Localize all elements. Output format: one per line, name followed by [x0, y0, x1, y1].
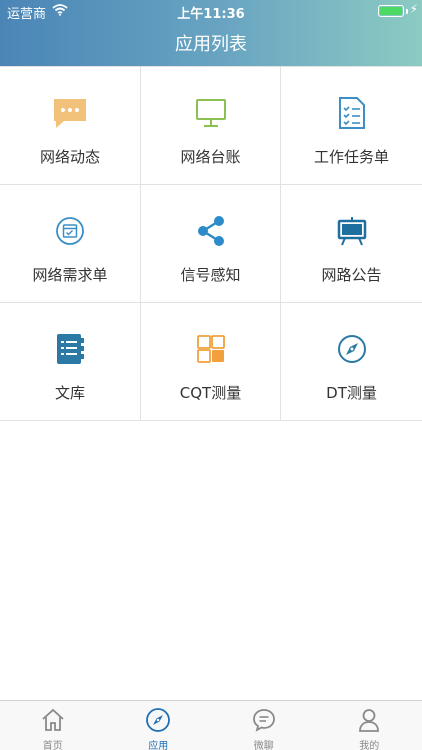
app-label: DT测量 — [326, 384, 377, 402]
app-work-order[interactable]: 工作任务单 — [281, 67, 422, 185]
app-announcement[interactable]: 网路公告 — [281, 185, 422, 303]
app-cqt-measure[interactable]: CQT测量 — [141, 303, 281, 421]
page-title: 应用列表 — [175, 34, 247, 55]
grid-squares-icon — [141, 331, 280, 367]
app-label: 网路公告 — [321, 266, 382, 284]
share-icon — [141, 213, 280, 249]
notebook-icon — [0, 331, 140, 367]
app-network-request[interactable]: 网络需求单 — [0, 185, 141, 303]
compass-icon — [106, 706, 212, 734]
app-network-ledger[interactable]: 网络台账 — [141, 67, 281, 185]
battery-icon — [378, 5, 404, 17]
checklist-icon — [281, 95, 422, 131]
calendar-check-icon — [0, 213, 140, 249]
tab-home[interactable]: 首页 — [0, 701, 106, 750]
chat-bubble-icon — [0, 95, 140, 131]
chat-icon — [211, 706, 317, 734]
home-icon — [0, 706, 106, 734]
app-label: 工作任务单 — [313, 148, 389, 166]
app-grid: 网络动态 网络台账 工作任务单 网络需求单 信号感知 网路公告 文库 CQT测量… — [0, 66, 422, 421]
tab-chat[interactable]: 微聊 — [211, 701, 317, 750]
app-library[interactable]: 文库 — [0, 303, 141, 421]
tab-bar: 首页 应用 微聊 我的 — [0, 700, 422, 750]
app-signal-sensing[interactable]: 信号感知 — [141, 185, 281, 303]
battery-tip — [406, 9, 408, 14]
tab-label: 首页 — [42, 741, 63, 750]
tab-profile[interactable]: 我的 — [317, 701, 422, 750]
app-label: 网络动态 — [39, 148, 100, 166]
status-bar: 运营商 上午11:36 ⚡ — [0, 0, 422, 22]
monitor-icon — [141, 95, 280, 131]
tab-apps[interactable]: 应用 — [106, 701, 212, 750]
app-label: 网络需求单 — [32, 266, 108, 284]
header-bar: 运营商 上午11:36 ⚡ 应用列表 — [0, 0, 422, 66]
charging-icon: ⚡ — [409, 2, 418, 16]
easel-board-icon — [281, 213, 422, 249]
tab-label: 我的 — [359, 741, 380, 750]
app-label: 信号感知 — [180, 266, 241, 284]
tab-label: 应用 — [148, 741, 169, 750]
app-label: 网络台账 — [180, 148, 241, 166]
app-label: CQT测量 — [179, 384, 242, 402]
app-dt-measure[interactable]: DT测量 — [281, 303, 422, 421]
compass-icon — [281, 331, 422, 367]
tab-label: 微聊 — [253, 741, 274, 750]
clock: 上午11:36 — [177, 7, 245, 22]
app-network-news[interactable]: 网络动态 — [0, 67, 141, 185]
user-icon — [317, 706, 422, 734]
app-label: 文库 — [54, 384, 85, 402]
